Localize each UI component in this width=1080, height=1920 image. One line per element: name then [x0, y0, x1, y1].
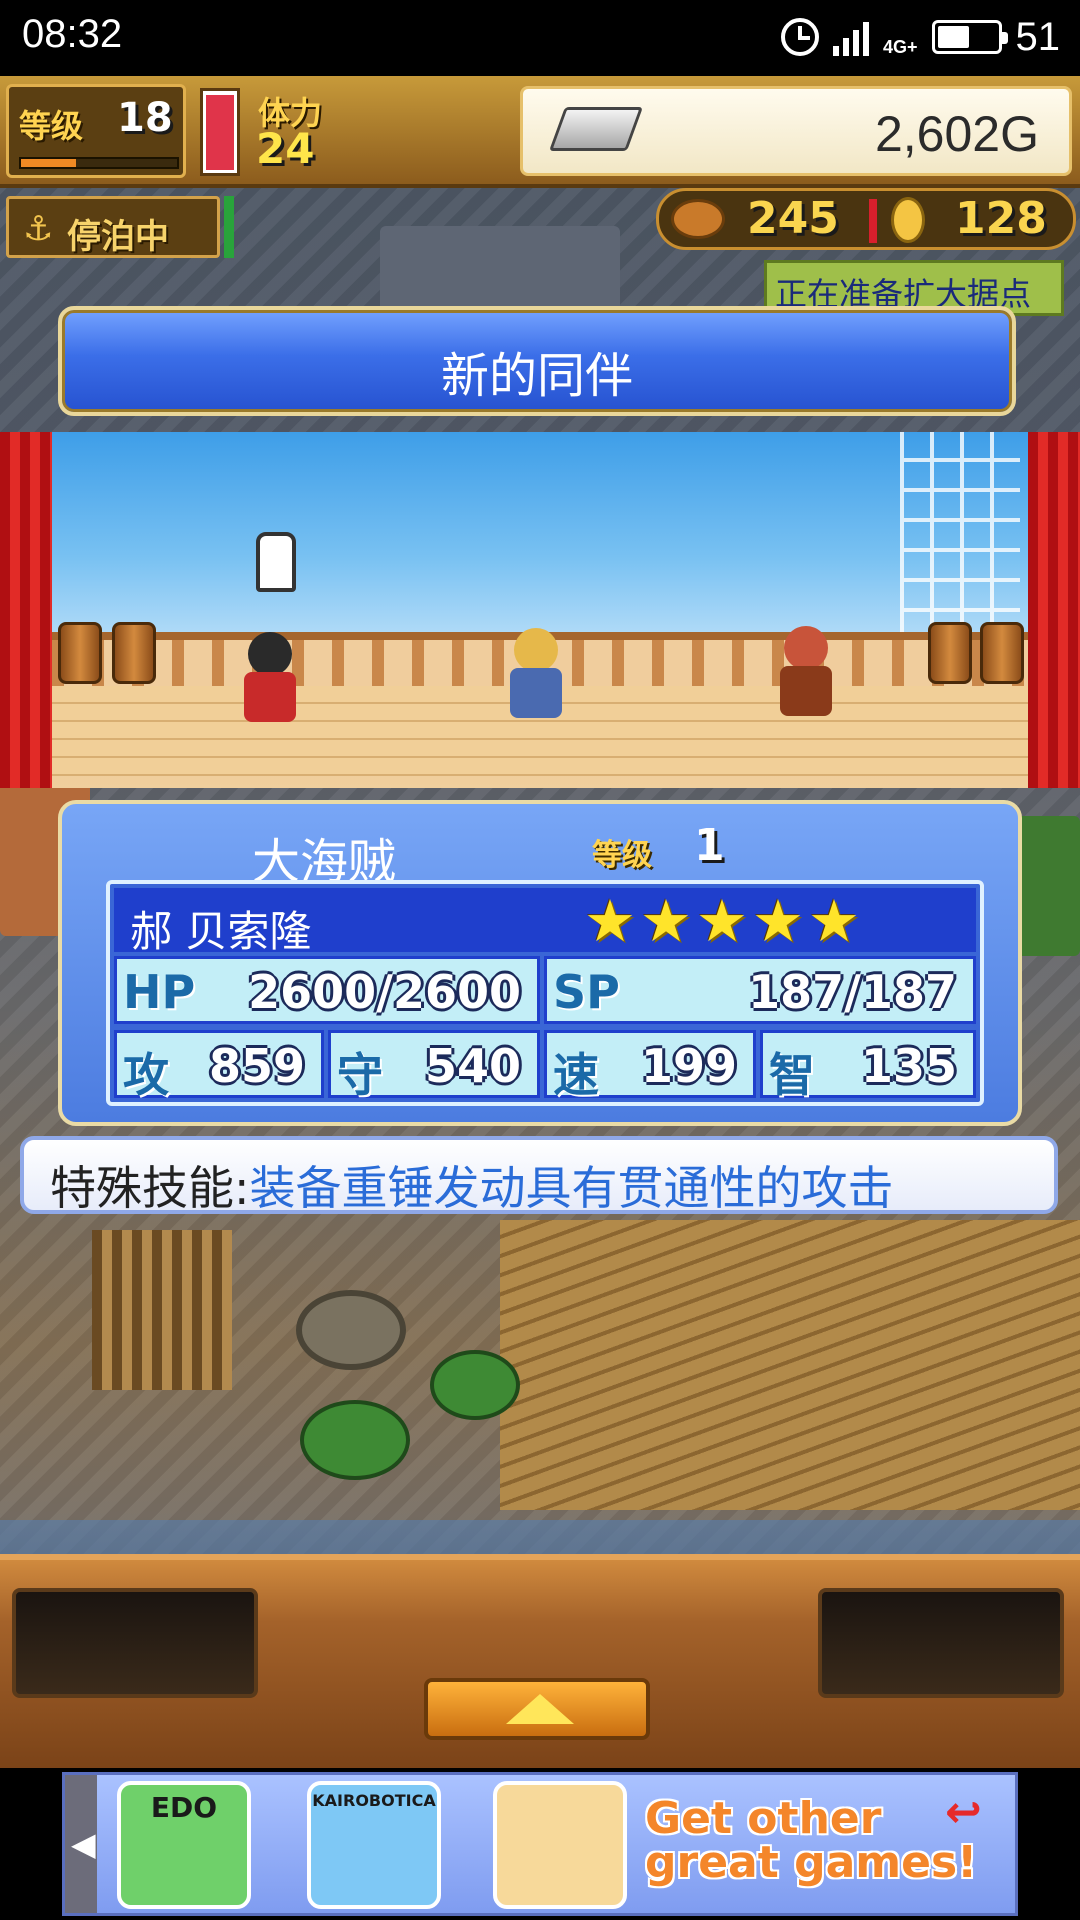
ad-banner[interactable]: ◀ EDO KAIROBOTICA Get other great games!… — [62, 1772, 1018, 1916]
signal-icon — [832, 18, 869, 56]
well — [296, 1290, 406, 1370]
star-icon: ★ — [696, 887, 748, 955]
name-row: 郝 贝索隆 ★ ★ ★ ★ ★ — [114, 888, 976, 956]
pointer-hand-icon — [256, 532, 296, 592]
roof-mid — [380, 226, 620, 316]
food-icon — [671, 199, 725, 239]
skill-description: 装备重锤发动具有贯通性的攻击 — [249, 1161, 894, 1215]
resource-display[interactable]: 245 128 — [656, 188, 1076, 250]
stat-value: 2600/2600 — [248, 965, 521, 1019]
stat-label: 速 — [553, 1048, 599, 1102]
coin-icon — [891, 197, 925, 243]
dialog-title: 新的同伴 — [440, 348, 633, 404]
stat-label: SP — [553, 965, 620, 1019]
chevron-left-icon: ◀ — [71, 1825, 96, 1863]
ad-app-label: EDO — [150, 1791, 218, 1824]
top-hud: 等级 18 体力 24 2,602G — [0, 76, 1080, 188]
gold-display[interactable]: 2,602G — [520, 86, 1072, 176]
battery-icon — [931, 20, 1008, 54]
ad-app-icon[interactable] — [493, 1781, 627, 1909]
ally-character-sprite[interactable] — [772, 626, 842, 732]
bottom-menu-bar — [0, 1554, 1080, 1768]
stat-label: 智 — [769, 1048, 815, 1102]
character-card: 大海贼 等级 1 郝 贝索隆 ★ ★ ★ ★ ★ HP 2600/2600 SP 187… — [58, 800, 1022, 1126]
gold-value: 2,602G — [874, 106, 1039, 162]
star-rating: ★ ★ ★ ★ ★ — [584, 892, 860, 950]
arrow-up-icon — [506, 1694, 574, 1724]
stamina-value: 24 — [256, 124, 315, 173]
star-icon: ★ — [584, 887, 636, 955]
status-indicator — [224, 196, 234, 258]
ad-app-icon[interactable]: EDO — [117, 1781, 251, 1909]
stat-value: 540 — [424, 1039, 521, 1093]
food-count: 245 — [747, 193, 839, 244]
ad-cta-line1: Get other — [645, 1793, 882, 1844]
ad-app-icon[interactable]: KAIROBOTICA — [307, 1781, 441, 1909]
level-label: 等级 — [19, 107, 84, 145]
stamina-bar — [200, 88, 240, 176]
menu-slot-right[interactable] — [818, 1588, 1064, 1698]
ad-cta-text[interactable]: Get other great games! — [645, 1797, 977, 1885]
pirate-character-sprite[interactable] — [236, 632, 306, 732]
docked-label: 停泊中 — [67, 217, 169, 257]
expand-menu-button[interactable] — [424, 1678, 650, 1740]
status-bar: 08:32 4G+ 51 — [0, 0, 1080, 76]
barrel — [58, 622, 102, 684]
ad-prev-button[interactable]: ◀ — [65, 1775, 97, 1913]
bush — [300, 1400, 410, 1480]
battery-percent: 51 — [1015, 14, 1061, 59]
star-icon: ★ — [752, 887, 804, 955]
stat-hp: HP 2600/2600 — [114, 956, 540, 1024]
stat-attack: 攻 859 — [114, 1030, 324, 1102]
stat-value: 859 — [208, 1039, 305, 1093]
stat-value: 187/187 — [748, 965, 957, 1019]
ship-rigging — [900, 432, 1020, 642]
player-level[interactable]: 等级 18 — [6, 84, 186, 178]
stat-label: 攻 — [123, 1048, 169, 1102]
stat-grid: 郝 贝索隆 ★ ★ ★ ★ ★ HP 2600/2600 SP 187/187 攻 85… — [106, 880, 984, 1106]
special-skill-bar: 特殊技能:装备重锤发动具有贯通性的攻击 — [20, 1136, 1058, 1215]
curtain-right — [1028, 432, 1080, 788]
barrel — [980, 622, 1024, 684]
status-icons: 4G+ 51 — [780, 12, 1061, 62]
fence — [92, 1230, 232, 1390]
return-arrow-icon: ↩ — [945, 1787, 982, 1838]
silver-bar-icon — [548, 107, 644, 151]
stat-label: HP — [123, 965, 196, 1019]
alarm-icon — [780, 18, 819, 56]
docked-status[interactable]: ⚓ 停泊中 — [6, 196, 220, 258]
xp-bar — [19, 157, 179, 169]
character-level-value: 1 — [694, 820, 725, 871]
coin-count: 128 — [955, 193, 1047, 244]
ad-cta-line2: great games! — [645, 1837, 978, 1888]
clock: 08:32 — [22, 12, 123, 56]
stat-value: 199 — [640, 1039, 737, 1093]
barrel — [112, 622, 156, 684]
character-level-label: 等级 — [592, 838, 652, 873]
stat-value: 135 — [860, 1039, 957, 1093]
anchor-icon: ⚓ — [23, 209, 54, 249]
skill-label: 特殊技能: — [50, 1161, 250, 1215]
barrel — [928, 622, 972, 684]
bush — [430, 1350, 520, 1420]
dialog-title-panel: 新的同伴 — [58, 306, 1016, 416]
stat-intelligence: 智 135 — [760, 1030, 976, 1102]
star-icon: ★ — [808, 887, 860, 955]
menu-slot-left[interactable] — [12, 1588, 258, 1698]
curtain-left — [0, 432, 52, 788]
network-type: 4G+ — [882, 37, 918, 57]
level-value: 18 — [117, 95, 173, 141]
recruit-stage — [0, 432, 1080, 788]
stat-sp: SP 187/187 — [544, 956, 976, 1024]
character-name: 郝 贝索隆 — [130, 907, 312, 956]
resource-divider — [869, 199, 877, 243]
star-icon: ★ — [640, 887, 692, 955]
stat-speed: 速 199 — [544, 1030, 756, 1102]
ad-app-label: KAIROBOTICA — [312, 1791, 436, 1810]
wooden-dock — [500, 1220, 1080, 1510]
stat-defense: 守 540 — [328, 1030, 540, 1102]
stat-label: 守 — [337, 1048, 383, 1102]
ally-character-sprite[interactable] — [502, 628, 572, 732]
ad-banner-area: ◀ EDO KAIROBOTICA Get other great games!… — [0, 1768, 1080, 1920]
